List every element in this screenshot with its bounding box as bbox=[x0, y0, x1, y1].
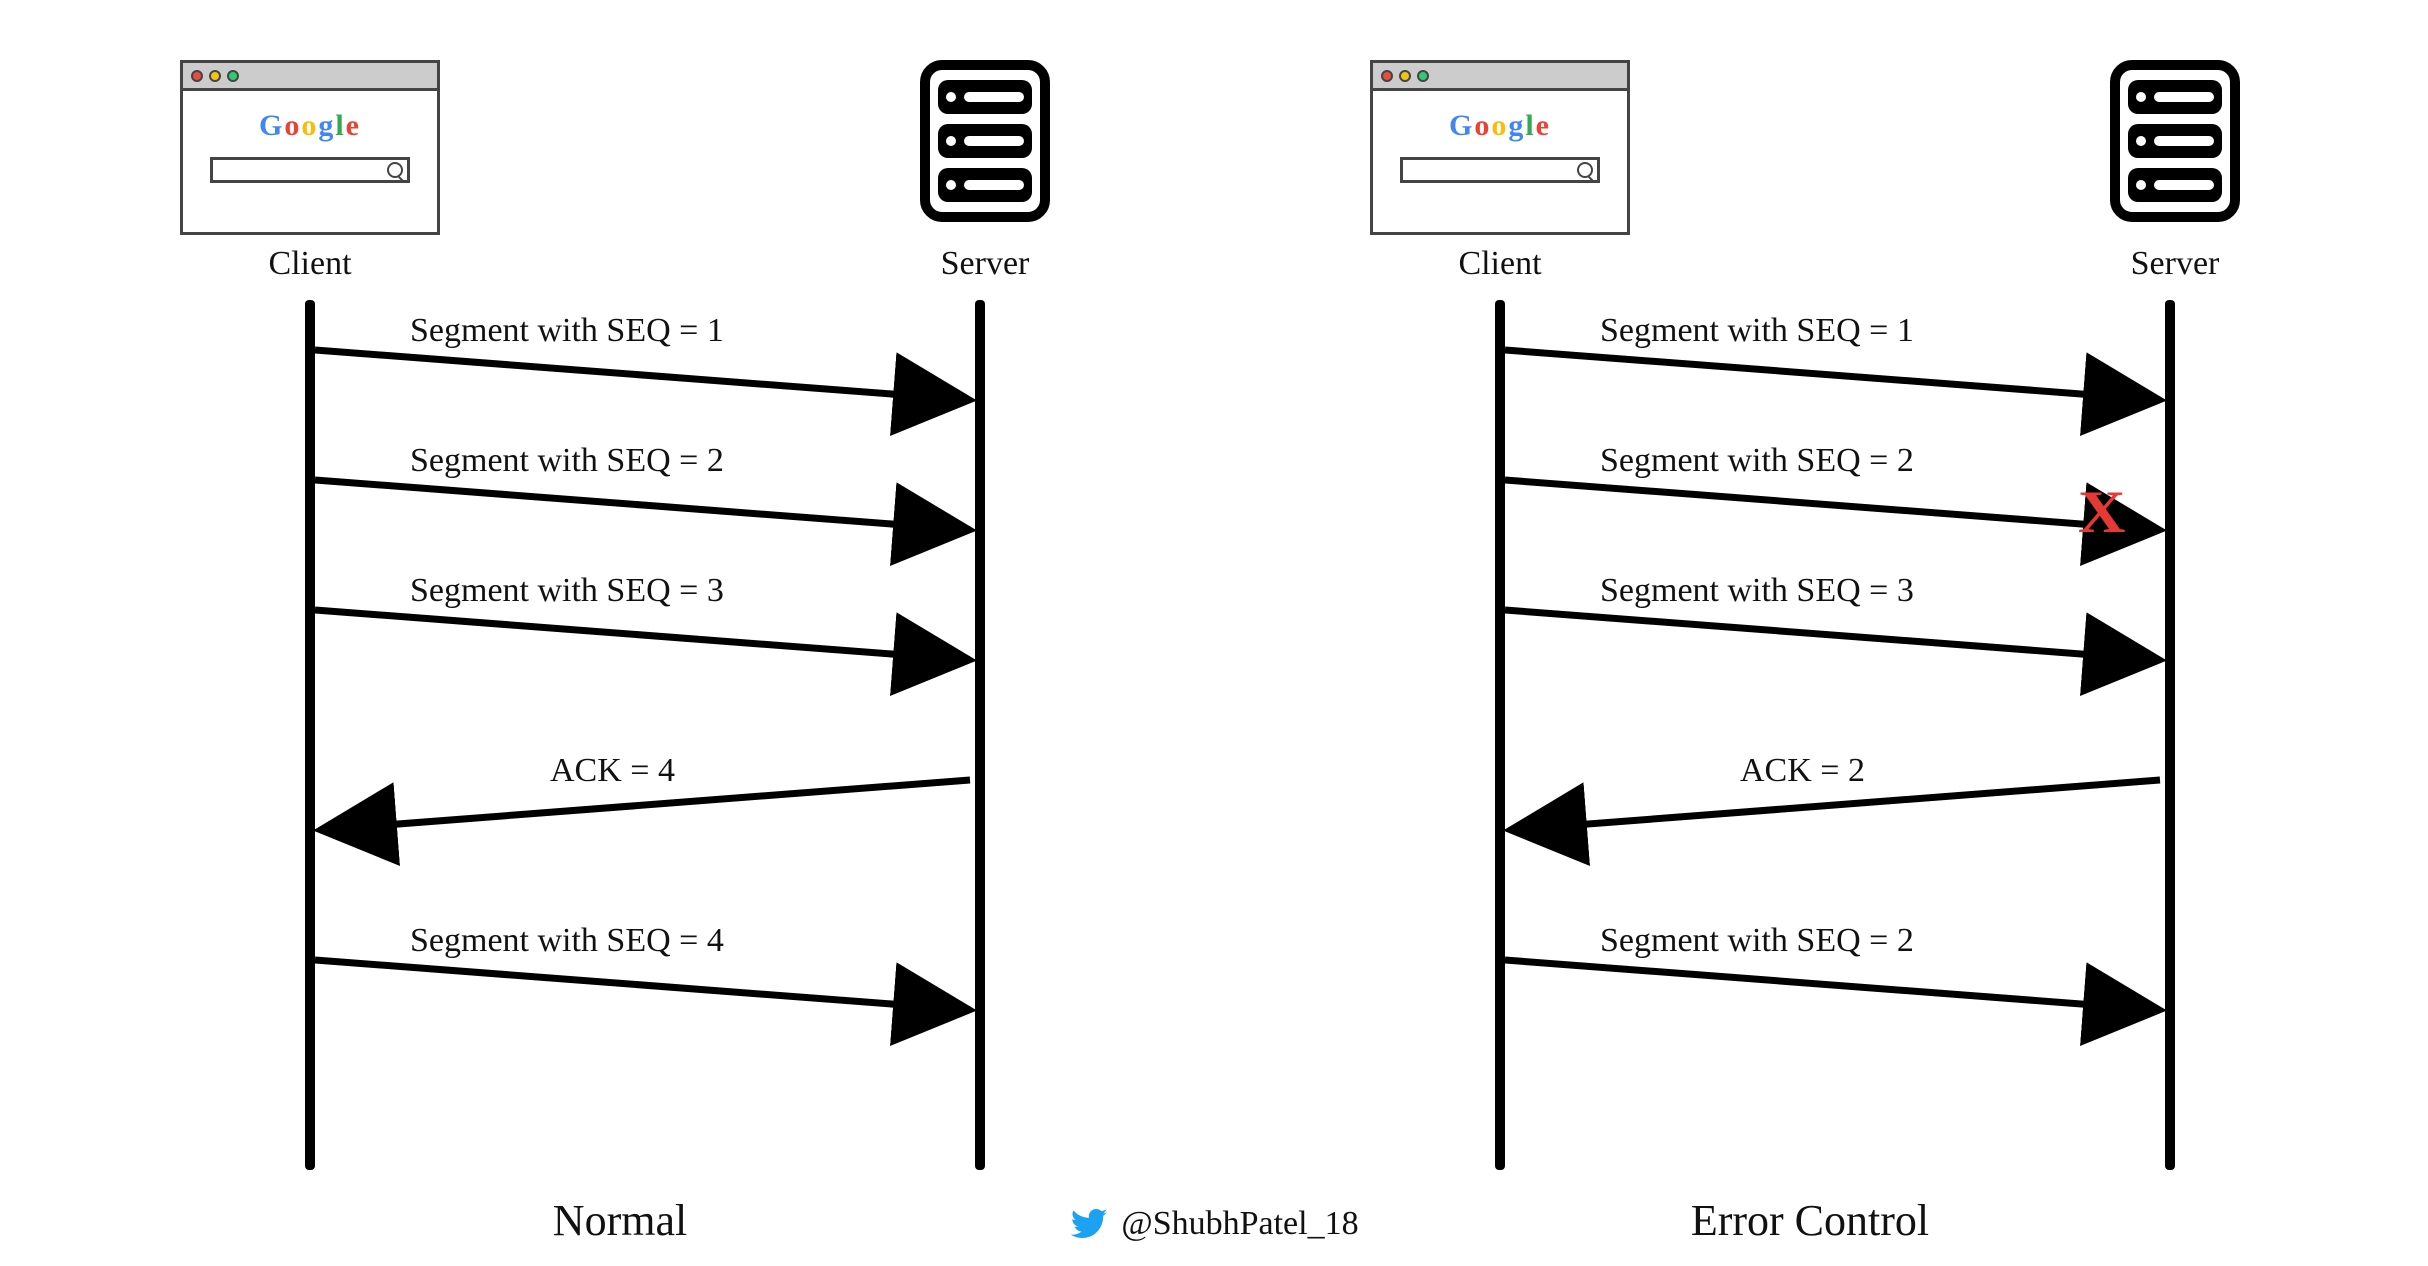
arrow-seq2 bbox=[315, 480, 970, 530]
label-seq4: Segment with SEQ = 2 bbox=[1600, 922, 1914, 960]
label-seq1: Segment with SEQ = 1 bbox=[1600, 312, 1914, 350]
arrow-seq4 bbox=[315, 960, 970, 1010]
arrow-seq3 bbox=[315, 610, 970, 660]
arrows-svg bbox=[70, 0, 1170, 1266]
arrow-seq3 bbox=[1505, 610, 2160, 660]
arrow-seq1 bbox=[315, 350, 970, 400]
label-ack: ACK = 4 bbox=[550, 752, 675, 790]
label-seq3: Segment with SEQ = 3 bbox=[1600, 572, 1914, 610]
label-seq4: Segment with SEQ = 4 bbox=[410, 922, 724, 960]
arrow-seq1 bbox=[1505, 350, 2160, 400]
label-ack: ACK = 2 bbox=[1740, 752, 1865, 790]
panel-error: Google Client Server Segment with SEQ = … bbox=[1260, 0, 2360, 1266]
label-seq2: Segment with SEQ = 2 bbox=[410, 442, 724, 480]
arrow-seq2-lost bbox=[1505, 480, 2160, 530]
label-seq1: Segment with SEQ = 1 bbox=[410, 312, 724, 350]
footer: @ShubhPatel_18 bbox=[0, 1204, 2428, 1244]
arrows-svg bbox=[1260, 0, 2360, 1266]
panel-normal: Google Client Server Segment bbox=[70, 0, 1170, 1266]
author-handle: @ShubhPatel_18 bbox=[1121, 1205, 1358, 1243]
arrow-retransmit bbox=[1505, 960, 2160, 1010]
label-seq2: Segment with SEQ = 2 bbox=[1600, 442, 1914, 480]
lost-segment-x-icon: X bbox=[2078, 478, 2126, 547]
label-seq3: Segment with SEQ = 3 bbox=[410, 572, 724, 610]
twitter-icon bbox=[1069, 1204, 1109, 1244]
